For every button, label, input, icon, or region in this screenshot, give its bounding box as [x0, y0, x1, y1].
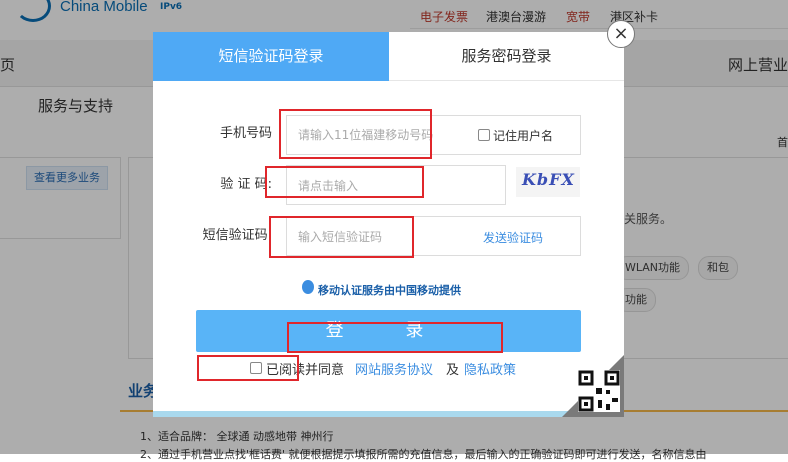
- tab-password-login[interactable]: 服务密码登录: [389, 32, 624, 81]
- qr-code-icon[interactable]: [578, 370, 620, 412]
- modal-bottom-strip: [153, 411, 624, 417]
- annotation-login: [287, 322, 503, 353]
- service-agreement-link[interactable]: 网站服务协议: [355, 359, 433, 378]
- auth-notice: 移动认证服务由中国移动提供: [318, 284, 461, 297]
- sms-code-label: 短信验证码:: [202, 228, 272, 243]
- remember-label: 记住用户名: [493, 129, 554, 143]
- captcha-image-text: KbFX: [522, 170, 575, 189]
- captcha-image[interactable]: KbFX: [516, 167, 580, 197]
- cmcc-auth-icon: [302, 280, 314, 294]
- remember-checkbox[interactable]: [478, 129, 490, 141]
- close-button[interactable]: ×: [607, 20, 635, 48]
- send-code-button[interactable]: 发送验证码: [483, 229, 543, 246]
- annotation-phone: [279, 109, 432, 159]
- captcha-label: 验 证 码:: [220, 177, 272, 192]
- annotation-captcha: [265, 166, 424, 198]
- agree-and: 及: [446, 363, 460, 378]
- privacy-policy-link[interactable]: 隐私政策: [464, 359, 516, 378]
- annotation-agree: [197, 355, 299, 381]
- phone-label: 手机号码: [219, 126, 272, 141]
- tab-sms-login[interactable]: 短信验证码登录: [153, 32, 389, 81]
- annotation-sms: [269, 216, 414, 258]
